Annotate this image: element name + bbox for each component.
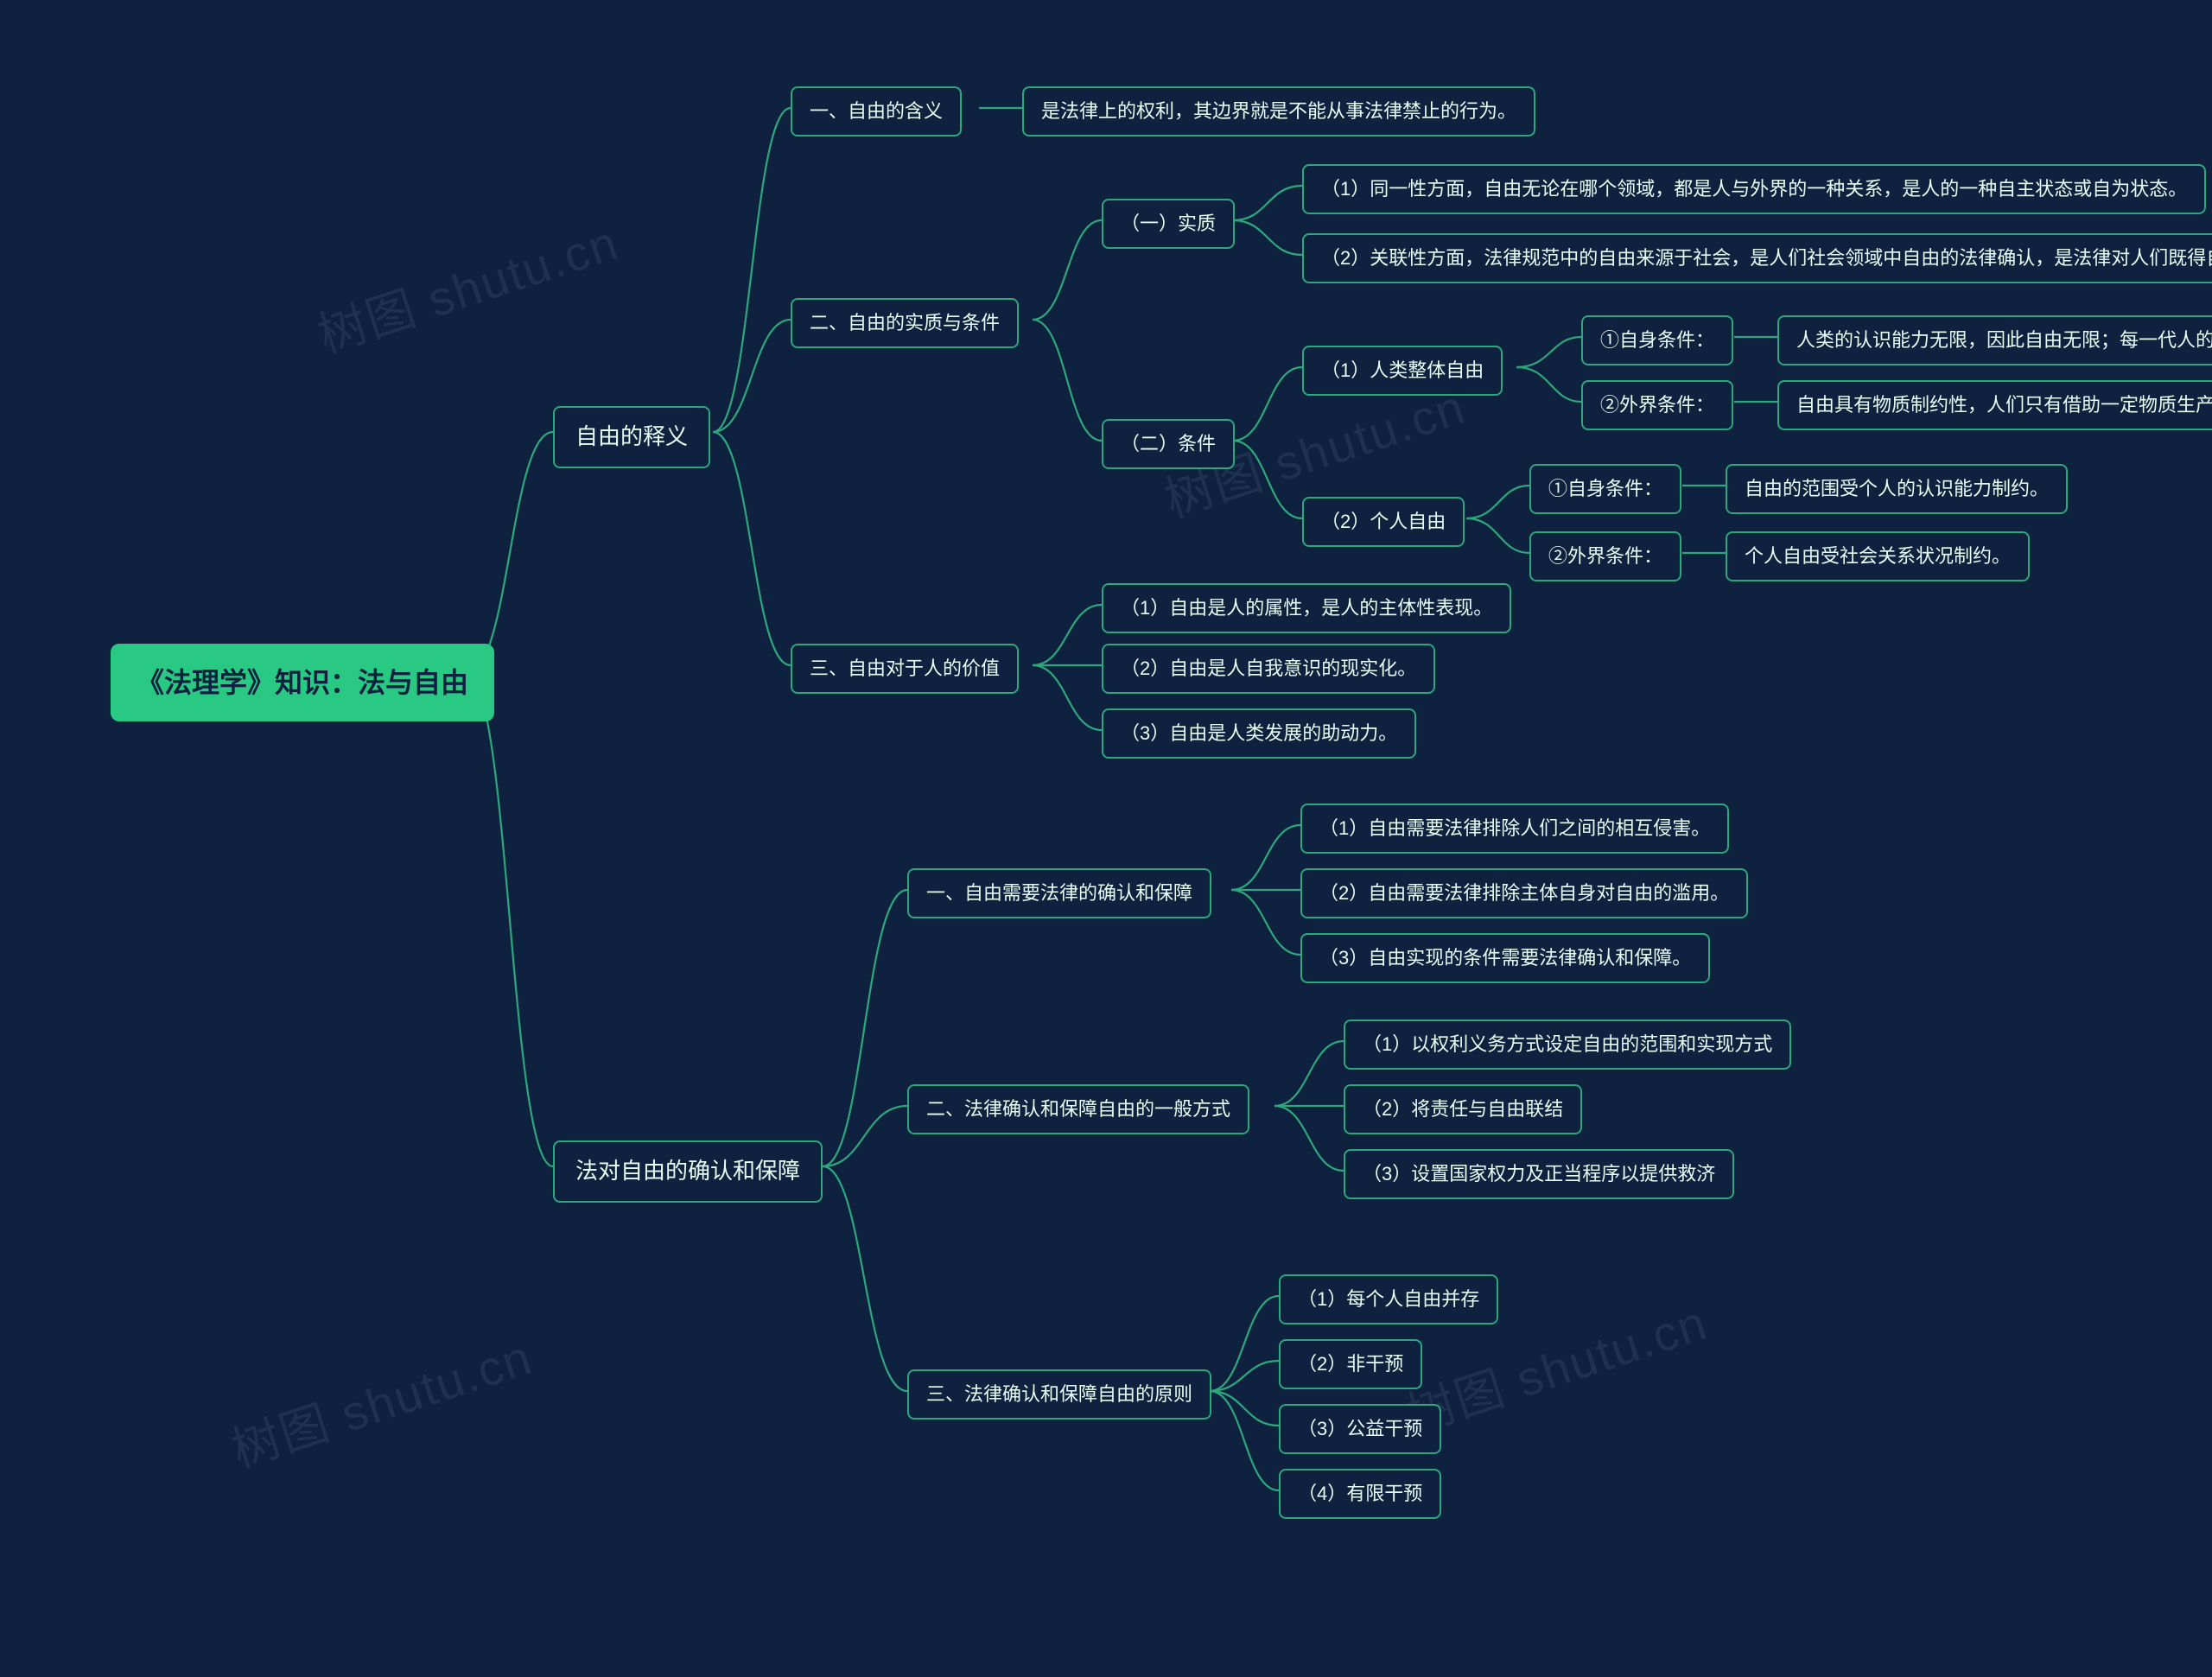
node-a2-tj-g2-s-text[interactable]: 自由的范围受个人的认识能力制约。 — [1726, 464, 2068, 514]
node-a3[interactable]: 三、自由对于人的价值 — [791, 644, 1019, 694]
node-a2[interactable]: 二、自由的实质与条件 — [791, 298, 1019, 348]
node-a2-sz[interactable]: （一）实质 — [1102, 199, 1235, 249]
branch-b[interactable]: 法对自由的确认和保障 — [553, 1140, 823, 1203]
node-a3-1[interactable]: （1）自由是人的属性，是人的主体性表现。 — [1102, 583, 1511, 633]
node-b2[interactable]: 二、法律确认和保障自由的一般方式 — [907, 1084, 1249, 1134]
node-a2-tj-g1[interactable]: （1）人类整体自由 — [1302, 346, 1503, 396]
node-b3[interactable]: 三、法律确认和保障自由的原则 — [907, 1369, 1211, 1420]
node-a2-tj-g2[interactable]: （2）个人自由 — [1302, 497, 1465, 547]
branch-a[interactable]: 自由的释义 — [553, 406, 710, 468]
node-b1-2[interactable]: （2）自由需要法律排除主体自身对自由的滥用。 — [1300, 868, 1748, 918]
node-b2-2[interactable]: （2）将责任与自由联结 — [1344, 1084, 1582, 1134]
root-node[interactable]: 《法理学》知识：法与自由 — [111, 644, 494, 721]
node-a3-2[interactable]: （2）自由是人自我意识的现实化。 — [1102, 644, 1435, 694]
node-a2-tj-g1-s[interactable]: ①自身条件： — [1581, 315, 1733, 365]
node-a2-tj-g1-s-text[interactable]: 人类的认识能力无限，因此自由无限；每一代人的认识能力有限，因此每一代人的自由有限… — [1777, 315, 2212, 365]
node-b1-1[interactable]: （1）自由需要法律排除人们之间的相互侵害。 — [1300, 804, 1729, 854]
node-a2-sz-2[interactable]: （2）关联性方面，法律规范中的自由来源于社会，是人们社会领域中自由的法律确认，是… — [1302, 233, 2212, 283]
node-a2-tj-g2-w-text[interactable]: 个人自由受社会关系状况制约。 — [1726, 531, 2030, 581]
node-b3-3[interactable]: （3）公益干预 — [1279, 1404, 1441, 1454]
node-a2-tj-g1-w[interactable]: ②外界条件： — [1581, 380, 1733, 430]
node-a2-tj[interactable]: （二）条件 — [1102, 419, 1235, 469]
node-b1[interactable]: 一、自由需要法律的确认和保障 — [907, 868, 1211, 918]
node-a2-sz-1[interactable]: （1）同一性方面，自由无论在哪个领域，都是人与外界的一种关系，是人的一种自主状态… — [1302, 164, 2206, 214]
node-a1-leaf[interactable]: 是法律上的权利，其边界就是不能从事法律禁止的行为。 — [1022, 86, 1535, 137]
watermark: 树图 shutu.cn — [221, 1318, 540, 1482]
node-a2-tj-g2-w[interactable]: ②外界条件： — [1529, 531, 1681, 581]
node-a3-3[interactable]: （3）自由是人类发展的助动力。 — [1102, 708, 1416, 759]
node-b3-1[interactable]: （1）每个人自由并存 — [1279, 1274, 1498, 1324]
node-b3-2[interactable]: （2）非干预 — [1279, 1339, 1422, 1389]
node-a2-tj-g2-s[interactable]: ①自身条件： — [1529, 464, 1681, 514]
node-a1[interactable]: 一、自由的含义 — [791, 86, 962, 137]
watermark: 树图 shutu.cn — [308, 204, 626, 367]
node-b3-4[interactable]: （4）有限干预 — [1279, 1469, 1441, 1519]
node-a2-tj-g1-w-text[interactable]: 自由具有物质制约性，人们只有借助一定物质生产力，才能得到一定自由。 — [1777, 380, 2212, 430]
node-b2-3[interactable]: （3）设置国家权力及正当程序以提供救济 — [1344, 1149, 1734, 1199]
node-b2-1[interactable]: （1）以权利义务方式设定自由的范围和实现方式 — [1344, 1020, 1791, 1070]
node-b1-3[interactable]: （3）自由实现的条件需要法律确认和保障。 — [1300, 933, 1710, 983]
